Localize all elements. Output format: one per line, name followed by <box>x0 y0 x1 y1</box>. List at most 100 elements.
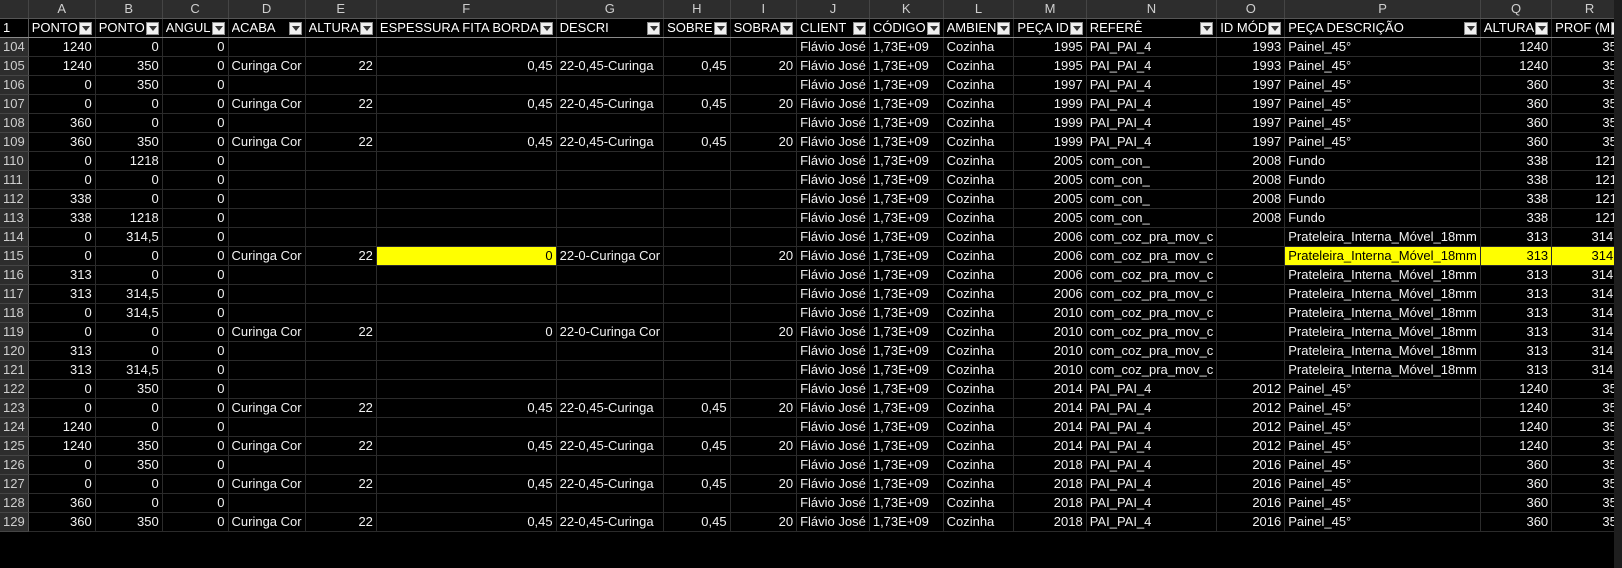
header-cell[interactable]: SOBRA <box>730 18 798 38</box>
table-cell[interactable]: 1,73E+09 <box>869 455 944 475</box>
filter-dropdown-icon[interactable] <box>78 21 92 35</box>
table-cell[interactable]: Fundo <box>1284 208 1481 228</box>
column-header-b[interactable]: B <box>95 0 163 19</box>
table-cell[interactable]: Flávio José <box>796 265 870 285</box>
table-cell[interactable]: 2014 <box>1013 417 1087 437</box>
table-cell[interactable] <box>556 265 665 285</box>
table-cell[interactable] <box>663 493 731 513</box>
table-cell[interactable] <box>305 455 377 475</box>
table-cell[interactable]: 314,5 <box>95 360 163 380</box>
table-cell[interactable]: 1993 <box>1216 37 1286 57</box>
table-cell[interactable]: com_con_ <box>1086 189 1218 209</box>
table-cell[interactable]: 22-0,45-Curinga <box>556 512 665 532</box>
table-cell[interactable]: 1997 <box>1216 113 1286 133</box>
table-cell[interactable]: 0 <box>162 246 229 266</box>
table-cell[interactable]: Flávio José <box>796 398 870 418</box>
table-cell[interactable] <box>376 303 557 323</box>
table-cell[interactable] <box>730 379 798 399</box>
table-cell[interactable]: 22-0,45-Curinga <box>556 474 665 494</box>
table-cell[interactable]: com_coz_pra_mov_c <box>1086 265 1218 285</box>
table-cell[interactable]: PAI_PAI_4 <box>1086 398 1218 418</box>
table-cell[interactable]: 338 <box>28 189 96 209</box>
row-number[interactable]: 111 <box>0 170 29 190</box>
table-cell[interactable]: 360 <box>1480 493 1553 513</box>
table-cell[interactable]: 314,5 <box>1551 341 1622 361</box>
table-cell[interactable]: Cozinha <box>943 56 1015 76</box>
table-cell[interactable]: 0 <box>162 322 229 342</box>
table-cell[interactable]: Curinga Cor <box>228 94 306 114</box>
table-cell[interactable]: 0,45 <box>663 474 731 494</box>
table-cell[interactable]: 22-0,45-Curinga <box>556 94 665 114</box>
table-cell[interactable]: 1,73E+09 <box>869 208 944 228</box>
table-cell[interactable]: 338 <box>1480 170 1553 190</box>
table-cell[interactable]: 0 <box>162 151 229 171</box>
table-cell[interactable]: Painel_45° <box>1284 132 1481 152</box>
table-cell[interactable] <box>730 113 798 133</box>
table-cell[interactable]: 0,45 <box>376 56 557 76</box>
table-cell[interactable]: Cozinha <box>943 379 1015 399</box>
table-cell[interactable] <box>556 284 665 304</box>
table-cell[interactable]: 1218 <box>1551 189 1622 209</box>
table-cell[interactable]: 0 <box>95 37 163 57</box>
table-cell[interactable]: Cozinha <box>943 474 1015 494</box>
table-cell[interactable]: 350 <box>1551 113 1622 133</box>
table-cell[interactable] <box>1216 265 1286 285</box>
table-cell[interactable]: 0 <box>28 227 96 247</box>
table-cell[interactable]: 0 <box>162 436 229 456</box>
row-number[interactable]: 114 <box>0 227 29 247</box>
column-header-d[interactable]: D <box>228 0 306 19</box>
column-header-h[interactable]: H <box>663 0 731 19</box>
table-cell[interactable]: 2006 <box>1013 265 1087 285</box>
table-cell[interactable]: Cozinha <box>943 284 1015 304</box>
column-header-q[interactable]: Q <box>1480 0 1553 19</box>
table-cell[interactable]: 2014 <box>1013 379 1087 399</box>
table-cell[interactable]: 2018 <box>1013 474 1087 494</box>
row-number[interactable]: 129 <box>0 512 29 532</box>
row-number[interactable]: 112 <box>0 189 29 209</box>
table-cell[interactable] <box>305 170 377 190</box>
table-cell[interactable] <box>556 493 665 513</box>
table-cell[interactable]: 1,73E+09 <box>869 360 944 380</box>
table-cell[interactable] <box>730 493 798 513</box>
table-cell[interactable]: 0 <box>162 284 229 304</box>
table-cell[interactable]: 0,45 <box>663 132 731 152</box>
table-cell[interactable]: 0 <box>95 170 163 190</box>
row-number[interactable]: 108 <box>0 113 29 133</box>
table-cell[interactable]: 350 <box>1551 455 1622 475</box>
table-cell[interactable]: 0 <box>162 379 229 399</box>
table-cell[interactable] <box>228 417 306 437</box>
table-cell[interactable]: 22 <box>305 246 377 266</box>
table-cell[interactable]: 313 <box>1480 303 1553 323</box>
header-cell[interactable]: ALTURA <box>305 18 377 38</box>
table-cell[interactable]: 0 <box>95 398 163 418</box>
table-cell[interactable]: 2008 <box>1216 208 1286 228</box>
column-header-a[interactable]: A <box>28 0 96 19</box>
table-cell[interactable] <box>556 360 665 380</box>
table-cell[interactable]: 0 <box>162 170 229 190</box>
table-cell[interactable]: Curinga Cor <box>228 436 306 456</box>
table-cell[interactable] <box>376 455 557 475</box>
table-cell[interactable]: 313 <box>28 360 96 380</box>
table-cell[interactable] <box>1216 360 1286 380</box>
table-cell[interactable]: 20 <box>730 436 798 456</box>
table-cell[interactable]: 1,73E+09 <box>869 493 944 513</box>
table-cell[interactable]: Fundo <box>1284 189 1481 209</box>
table-cell[interactable]: 1997 <box>1216 132 1286 152</box>
table-cell[interactable]: 1,73E+09 <box>869 132 944 152</box>
table-cell[interactable]: 0 <box>28 474 96 494</box>
table-cell[interactable] <box>730 75 798 95</box>
column-header-g[interactable]: G <box>556 0 665 19</box>
table-cell[interactable]: 313 <box>28 284 96 304</box>
table-cell[interactable]: 1,73E+09 <box>869 474 944 494</box>
header-cell[interactable]: ALTURA <box>1480 18 1553 38</box>
row-number[interactable]: 121 <box>0 360 29 380</box>
table-cell[interactable]: 0 <box>28 379 96 399</box>
table-cell[interactable]: 0 <box>162 189 229 209</box>
table-cell[interactable]: Cozinha <box>943 398 1015 418</box>
table-cell[interactable]: 2010 <box>1013 322 1087 342</box>
table-cell[interactable]: 0 <box>162 455 229 475</box>
table-cell[interactable]: 350 <box>95 436 163 456</box>
table-cell[interactable]: 2010 <box>1013 360 1087 380</box>
table-cell[interactable]: 2016 <box>1216 474 1286 494</box>
table-cell[interactable]: 1240 <box>1480 398 1553 418</box>
